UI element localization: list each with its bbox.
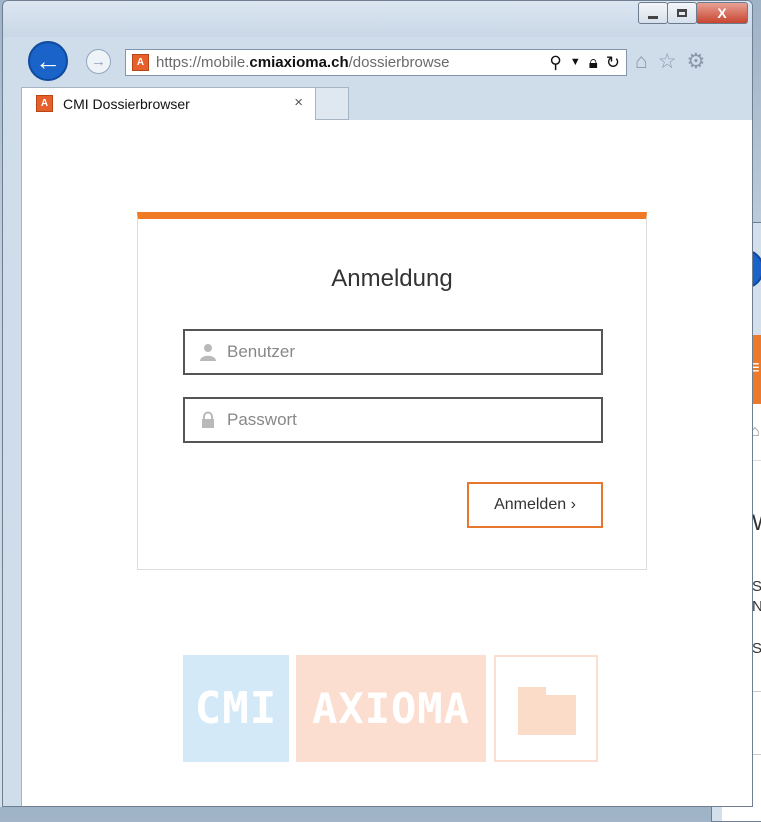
forward-button[interactable]: →: [86, 49, 111, 74]
text-line: S: [752, 577, 761, 597]
tab-strip: A CMI Dossierbrowser ×: [21, 87, 752, 120]
user-icon: [200, 344, 216, 361]
login-title: Anmeldung: [331, 265, 453, 292]
text-line: N: [752, 597, 761, 617]
settings-gear-icon[interactable]: ⚙: [687, 51, 706, 73]
back-arrow-icon: ←: [35, 45, 61, 76]
new-tab-button[interactable]: [316, 87, 349, 120]
navigation-bar: ← → A https://mobile.cmiaxioma.ch/dossie…: [3, 37, 752, 87]
favorites-star-icon[interactable]: ☆: [658, 51, 677, 73]
folder-icon: [494, 655, 598, 762]
minimize-button[interactable]: [638, 2, 668, 24]
text-line: S: [752, 640, 761, 657]
search-icon[interactable]: ⚲: [549, 52, 561, 73]
forward-arrow-icon: →: [91, 53, 106, 70]
maximize-button[interactable]: [667, 2, 697, 24]
lock-icon: [202, 411, 214, 428]
password-field[interactable]: [183, 397, 603, 443]
url-prefix: https://mobile.: [156, 54, 250, 71]
address-bar[interactable]: A https://mobile.cmiaxioma.ch/dossierbro…: [125, 49, 627, 76]
browser-window: X ← → A https://mobile.cmiaxioma.ch/doss…: [2, 0, 753, 807]
maximize-icon: [677, 9, 687, 17]
favicon-icon: A: [132, 54, 149, 71]
window-controls: X: [638, 2, 748, 26]
minimize-icon: [648, 15, 658, 19]
back-button[interactable]: ←: [28, 41, 68, 81]
browser-toolbar: ⌂ ☆ ⚙: [635, 51, 705, 73]
tab-cmi-dossierbrowser[interactable]: A CMI Dossierbrowser ×: [21, 87, 316, 120]
username-input[interactable]: [227, 337, 587, 367]
password-input[interactable]: [227, 405, 587, 435]
folder-body-shape: [518, 695, 576, 735]
favicon-icon: A: [36, 95, 53, 112]
url-path: /dossierbrowse: [348, 54, 450, 71]
login-button[interactable]: Anmelden ›: [467, 482, 603, 528]
page-content: Anmeldung Anmelden › CMI AXIOMA: [21, 120, 752, 806]
tab-title: CMI Dossierbrowser: [63, 96, 190, 112]
tab-close-icon[interactable]: ×: [294, 94, 303, 111]
lock-icon[interactable]: 🔒︎: [589, 52, 598, 73]
login-card: Anmeldung Anmelden ›: [137, 212, 647, 570]
page-heading-fragment: W: [752, 510, 761, 536]
home-icon[interactable]: ⌂: [635, 51, 648, 73]
refresh-icon[interactable]: ↻: [606, 52, 620, 73]
axioma-logo: AXIOMA: [296, 655, 486, 762]
cmi-logo: CMI: [183, 655, 289, 762]
dropdown-arrow-icon[interactable]: ▼: [570, 52, 581, 73]
address-bar-actions: ⚲ ▼ 🔒︎ ↻: [549, 52, 620, 73]
close-window-button[interactable]: X: [696, 2, 748, 24]
body-text-fragment: S N: [752, 577, 761, 617]
url-text[interactable]: https://mobile.cmiaxioma.ch/dossierbrows…: [156, 54, 508, 71]
username-field[interactable]: [183, 329, 603, 375]
title-bar: X: [3, 1, 752, 37]
url-domain: cmiaxioma.ch: [249, 54, 349, 71]
